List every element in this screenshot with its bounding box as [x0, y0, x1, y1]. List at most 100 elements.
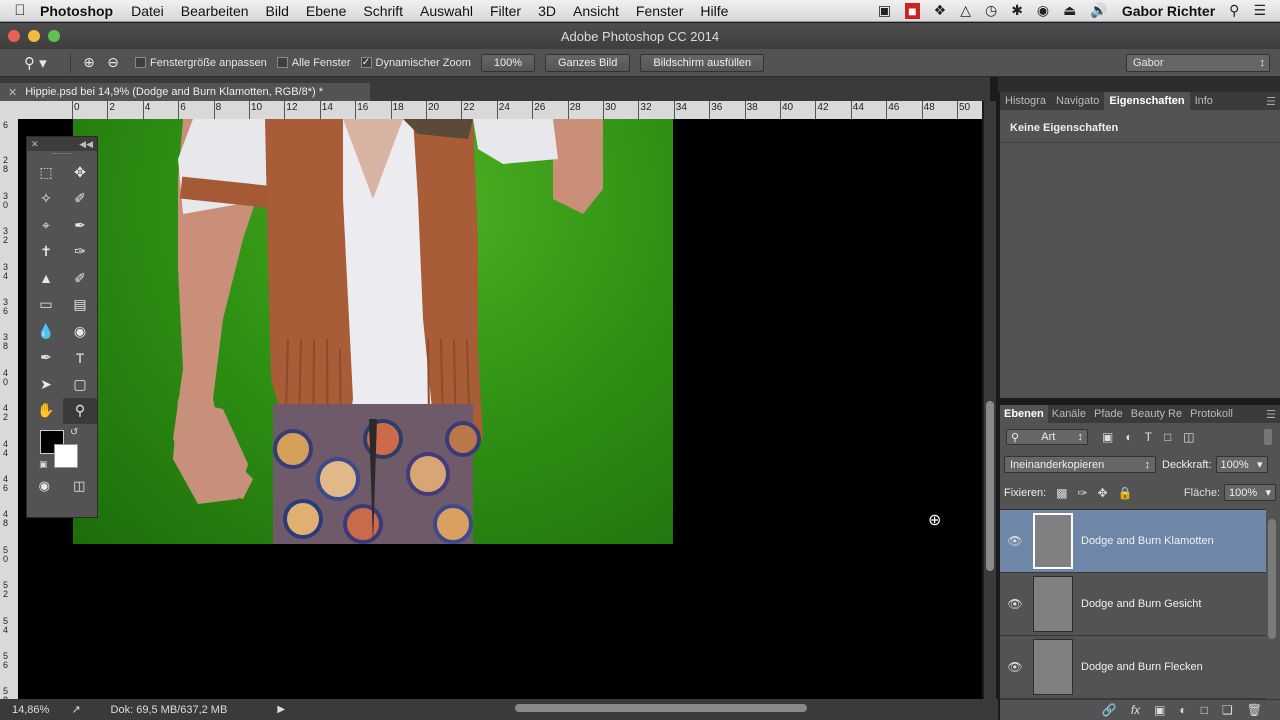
crop-tool-icon[interactable]: ⌖ — [29, 212, 63, 239]
close-tab-icon[interactable]: ✕ — [8, 86, 17, 99]
zoom-100-button[interactable]: 100% — [480, 53, 535, 72]
layer-filter-toggle[interactable] — [1264, 429, 1272, 445]
new-adjustment-layer-icon[interactable]: ◐ — [1180, 703, 1187, 717]
smart-object-filter-icon[interactable]: ◫ — [1183, 430, 1194, 444]
new-layer-icon[interactable]: ❏ — [1222, 703, 1233, 717]
zoom-in-icon[interactable]: ⊕ — [77, 54, 101, 71]
zoom-tool-preset-icon[interactable]: ⚲ ▾ — [24, 54, 64, 72]
pen-tool-icon[interactable]: ✒ — [29, 345, 63, 372]
layer-thumbnail[interactable] — [1033, 576, 1073, 632]
opacity-field[interactable]: 100% ▾ — [1215, 456, 1268, 473]
quick-mask-icon[interactable]: ◉ — [39, 478, 50, 494]
zoom-level[interactable]: 14,86% — [12, 704, 49, 716]
menu-fenster[interactable]: Fenster — [636, 3, 683, 19]
user-name[interactable]: Gabor Richter — [1122, 3, 1215, 19]
dynamic-zoom-checkbox[interactable]: ✓ Dynamischer Zoom — [360, 57, 471, 69]
new-group-icon[interactable]: □ — [1201, 703, 1208, 717]
layer-row[interactable]: 👁 Dodge and Burn Klamotten — [1000, 510, 1266, 573]
menu-datei[interactable]: Datei — [131, 3, 164, 19]
type-tool-icon[interactable]: T — [63, 345, 97, 372]
menu-ansicht[interactable]: Ansicht — [573, 3, 619, 19]
workspace-select[interactable]: Gabor ↕ — [1126, 54, 1270, 72]
adjustment-layer-filter-icon[interactable]: ◐ — [1125, 430, 1132, 444]
document-tab[interactable]: ✕ Hippie.psd bei 14,9% (Dodge and Burn K… — [0, 83, 370, 101]
add-mask-icon[interactable]: ▣ — [1154, 703, 1165, 717]
menu-ebene[interactable]: Ebene — [306, 3, 346, 19]
minimize-window-button[interactable] — [28, 30, 40, 42]
tab-beauty-retouch[interactable]: Beauty Re — [1127, 408, 1186, 420]
background-color-swatch[interactable] — [54, 444, 78, 468]
menu-auswahl[interactable]: Auswahl — [420, 3, 473, 19]
panel-menu-icon[interactable]: ☰ — [1266, 95, 1280, 108]
gradient-tool-icon[interactable]: ▤ — [63, 292, 97, 319]
canvas-horizontal-scrollbar[interactable] — [515, 704, 807, 712]
layer-filter-select[interactable]: ⚲ Art ↕ — [1006, 429, 1088, 445]
lock-position-icon[interactable]: ✥ — [1098, 486, 1108, 500]
eraser-tool-icon[interactable]: ▭ — [29, 292, 63, 319]
quick-selection-tool-icon[interactable]: ✐ — [63, 186, 97, 213]
fit-window-checkbox[interactable]: Fenstergröße anpassen — [135, 57, 267, 69]
horizontal-ruler[interactable]: 0 2 4 6 8 10 12 14 16 18 20 22 24 26 28 30 32 34 36 38 40 42 4… — [18, 101, 982, 119]
fit-screen-button[interactable]: Ganzes Bild — [545, 53, 631, 72]
tab-layers[interactable]: Ebenen — [1000, 405, 1048, 423]
blend-mode-select[interactable]: Ineinanderkopieren ↕ — [1004, 456, 1156, 473]
layer-row[interactable]: 👁 Dodge and Burn Gesicht — [1000, 573, 1266, 636]
visibility-eye-icon[interactable]: 👁 — [1000, 660, 1030, 674]
apple-icon[interactable]:  — [0, 2, 40, 19]
marquee-tool-icon[interactable]: ⬚ — [29, 159, 63, 186]
history-brush-tool-icon[interactable]: ✐ — [63, 265, 97, 292]
share-icon[interactable]: ↗ — [71, 703, 80, 716]
type-layer-filter-icon[interactable]: T — [1145, 430, 1152, 444]
tab-paths[interactable]: Pfade — [1090, 408, 1127, 420]
visibility-eye-icon[interactable]: 👁 — [1000, 597, 1030, 611]
scrollbar-thumb[interactable] — [986, 401, 994, 571]
vertical-ruler[interactable]: 6 2 8 3 0 3 2 3 4 3 6 3 8 4 0 4 2 4 4 4 6 4 8 5 0 5 2… — [0, 119, 18, 699]
eject-icon[interactable]: ⏏ — [1063, 2, 1076, 19]
menu-app-name[interactable]: Photoshop — [40, 3, 113, 19]
delete-layer-icon[interactable]: 🗑 — [1247, 703, 1262, 717]
menu-3d[interactable]: 3D — [538, 3, 556, 19]
default-colors-icon[interactable]: ▣ — [39, 459, 48, 470]
panel-collapse-bar[interactable] — [998, 77, 1280, 92]
dropbox-icon[interactable]: ❖ — [934, 2, 947, 19]
swap-colors-icon[interactable]: ↺ — [70, 427, 78, 438]
lock-all-icon[interactable]: 🔒 — [1118, 486, 1133, 500]
tab-channels[interactable]: Kanäle — [1048, 408, 1090, 420]
checkbox-box[interactable] — [276, 57, 288, 68]
checkbox-checked[interactable]: ✓ — [360, 57, 372, 68]
layer-style-icon[interactable]: fx — [1131, 703, 1140, 717]
path-selection-tool-icon[interactable]: ➤ — [29, 371, 63, 398]
dodge-tool-icon[interactable]: ◉ — [63, 318, 97, 345]
fill-screen-button[interactable]: Bildschirm ausfüllen — [640, 53, 765, 72]
menu-hilfe[interactable]: Hilfe — [700, 3, 728, 19]
panel-menu-icon[interactable]: ☰ — [1266, 408, 1280, 421]
display-icon[interactable]: ▣ — [878, 2, 891, 19]
close-window-button[interactable] — [8, 30, 20, 42]
rectangle-tool-icon[interactable]: ▢ — [63, 371, 97, 398]
brush-tool-icon[interactable]: ✑ — [63, 239, 97, 266]
document-image[interactable] — [73, 119, 673, 544]
blur-tool-icon[interactable]: 💧 — [29, 318, 63, 345]
layer-thumbnail[interactable] — [1033, 513, 1073, 569]
tab-info[interactable]: Info — [1190, 95, 1218, 107]
pixel-layer-filter-icon[interactable]: ▣ — [1102, 430, 1113, 444]
menu-bearbeiten[interactable]: Bearbeiten — [181, 3, 249, 19]
canvas-vertical-scrollbar[interactable] — [984, 101, 996, 699]
volume-icon[interactable]: 🔊 — [1090, 2, 1107, 19]
layer-name[interactable]: Dodge and Burn Klamotten — [1081, 535, 1214, 547]
layer-row[interactable]: 👁 Dodge and Burn Flecken — [1000, 636, 1266, 699]
collapse-panel-icon[interactable]: ◀◀ — [79, 139, 93, 150]
lock-transparency-icon[interactable]: ▩ — [1056, 486, 1067, 500]
menu-schrift[interactable]: Schrift — [363, 3, 403, 19]
layers-scrollbar[interactable] — [1268, 519, 1276, 639]
chevron-down-icon[interactable]: ▾ — [1257, 458, 1263, 471]
checkbox-box[interactable] — [135, 57, 146, 68]
zoom-out-icon[interactable]: ⊖ — [101, 54, 125, 71]
tab-histogram[interactable]: Histogra — [1000, 95, 1051, 107]
wifi-icon[interactable]: ◉ — [1037, 2, 1049, 19]
lock-pixels-icon[interactable]: ✑ — [1078, 486, 1088, 500]
fill-field[interactable]: 100% ▾ — [1224, 484, 1276, 501]
tab-history[interactable]: Protokoll — [1186, 408, 1237, 420]
zoom-window-button[interactable] — [48, 30, 60, 42]
tab-properties[interactable]: Eigenschaften — [1104, 92, 1190, 110]
